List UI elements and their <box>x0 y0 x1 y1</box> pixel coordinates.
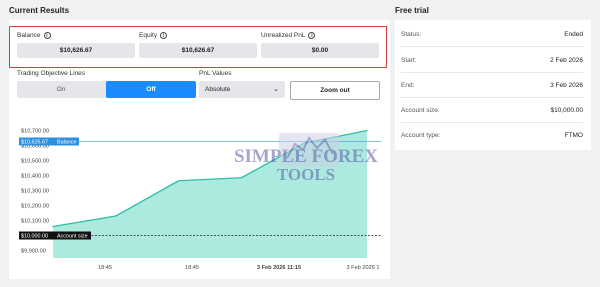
y-tick-label: $10,700.00 <box>21 129 49 135</box>
x-tick-label: 18:45 <box>185 265 199 271</box>
equity-label: Equity <box>139 32 158 39</box>
equity-point <box>115 215 117 217</box>
account-type-label: Account type: <box>401 132 441 139</box>
equity-point <box>366 129 368 132</box>
zoom-out-button[interactable]: Zoom out <box>290 81 380 100</box>
metrics-highlight: Balance i $10,626.67 Equity i $10,626.67… <box>9 26 387 68</box>
y-tick-label: $10,100.00 <box>21 219 49 225</box>
watermark-line-2: TOOLS <box>277 165 335 184</box>
start-value: 2 Feb 2026 <box>550 57 583 64</box>
start-label: Start: <box>401 57 417 64</box>
y-tick-label: $10,200.00 <box>21 204 49 210</box>
equity-metric: Equity i $10,626.67 <box>139 32 257 58</box>
pnl-selected-value: Absolute <box>205 86 231 93</box>
equity-point <box>240 177 242 179</box>
y-tick-label: $10,500.00 <box>21 159 49 165</box>
end-value: 3 Feb 2026 <box>550 82 583 89</box>
equity-point <box>52 225 54 228</box>
balance-label: Balance <box>17 32 41 39</box>
divider <box>401 46 583 47</box>
unrealized-pnl-value: $0.00 <box>261 43 379 58</box>
divider <box>401 72 583 73</box>
y-tick-label: $10,400.00 <box>21 174 49 180</box>
divider <box>401 97 583 98</box>
objective-lines-label: Trading Objective Lines <box>17 70 86 77</box>
chevron-down-icon: ⌄ <box>273 86 279 93</box>
equity-value: $10,626.67 <box>139 43 257 58</box>
end-label: End: <box>401 82 415 89</box>
balance-value: $10,626.67 <box>17 43 135 58</box>
y-tick-label: $9,900.00 <box>21 249 46 255</box>
account-size-name-label: Account size <box>57 234 88 240</box>
toggle-on-option[interactable]: On <box>17 81 105 98</box>
y-tick-label: $10,300.00 <box>21 189 49 195</box>
pnl-values-select[interactable]: Absolute ⌄ <box>199 81 285 98</box>
unrealized-pnl-metric: Unrealized PnL i $0.00 <box>261 32 379 58</box>
account-size-label: Account size: <box>401 107 440 114</box>
info-icon[interactable]: i <box>43 32 51 39</box>
balance-metric: Balance i $10,626.67 <box>17 32 135 58</box>
account-type-value: FTMO <box>564 132 583 139</box>
x-tick-label: 18:45 <box>98 265 112 271</box>
toggle-off-option[interactable]: Off <box>106 81 196 98</box>
watermark-line-1: SIMPLE FOREX <box>234 146 378 167</box>
free-trial-title: Free trial <box>395 6 429 15</box>
equity-chart[interactable]: $10,700.00$10,600.00$10,500.00$10,400.00… <box>9 120 390 279</box>
pnl-values-label: PnL Values <box>199 70 232 77</box>
objective-lines-toggle: On Off <box>17 81 196 98</box>
info-icon[interactable]: i <box>308 32 316 39</box>
info-icon[interactable]: i <box>160 32 168 39</box>
divider <box>401 122 583 123</box>
account-size-value: $10,000.00 <box>550 107 583 114</box>
status-value: Ended <box>564 31 583 38</box>
current-results-title: Current Results <box>9 6 70 15</box>
x-tick-label: 3 Feb 2026 1 <box>347 265 380 271</box>
balance-name-label: Balance <box>57 139 76 145</box>
balance-tag-value: $10,626.67 <box>21 139 48 145</box>
x-tick-label: 3 Feb 2026 11:15 <box>257 265 301 271</box>
equity-point <box>178 180 180 182</box>
account-size-tag-value: $10,000.00 <box>21 234 48 240</box>
unrealized-pnl-label: Unrealized PnL <box>261 32 306 39</box>
status-label: Status: <box>401 31 422 38</box>
